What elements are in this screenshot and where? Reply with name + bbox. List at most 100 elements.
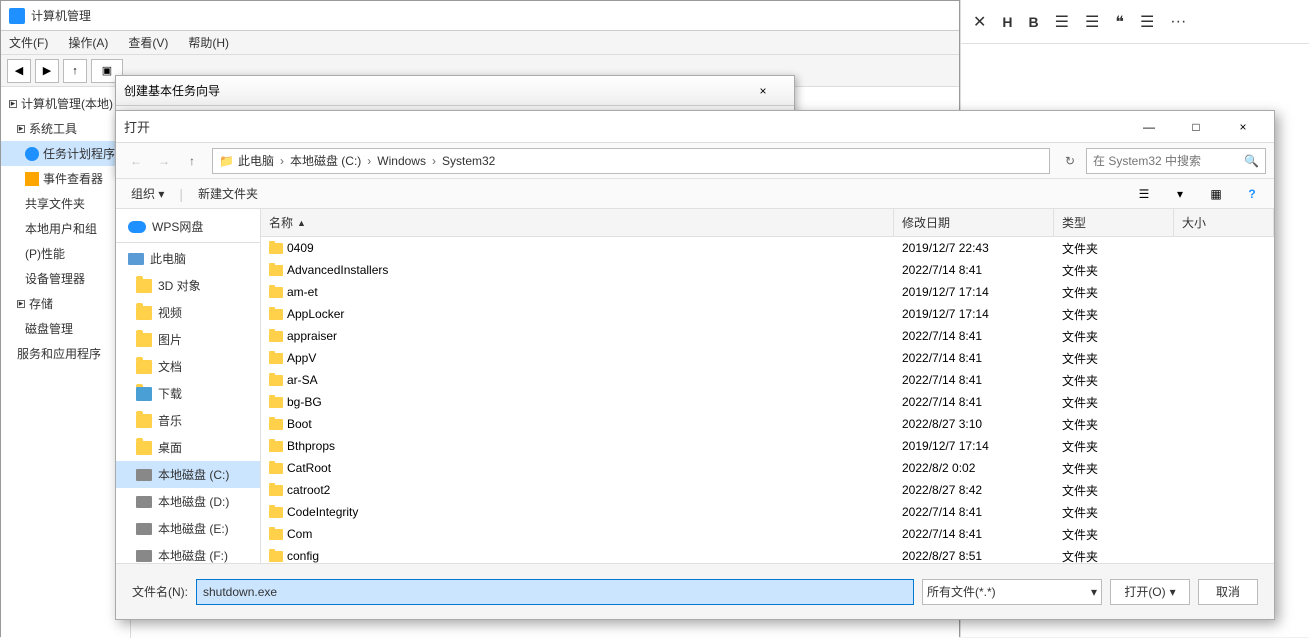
nav-item-label: 文档	[158, 358, 182, 375]
folder-icon	[269, 287, 283, 298]
bg-sidebar: ▸ 计算机管理(本地) ▸ 系统工具 任务计划程序 事件查看器 共享文件夹 本地…	[1, 87, 131, 638]
nav-item-3d[interactable]: 3D 对象	[116, 272, 260, 299]
file-row[interactable]: CodeIntegrity 2022/7/14 8:41 文件夹	[261, 501, 1274, 523]
file-row[interactable]: config 2022/8/27 8:51 文件夹	[261, 545, 1274, 563]
filetype-select[interactable]: 所有文件(*.*) ▾	[922, 579, 1102, 605]
file-row[interactable]: 0409 2019/12/7 22:43 文件夹	[261, 237, 1274, 259]
editor-list2-btn[interactable]: ☰	[1085, 12, 1099, 32]
toolbar-btn-2[interactable]: ▶	[35, 59, 59, 83]
toolbar-btn-3[interactable]: ↑	[63, 59, 87, 83]
sidebar-services[interactable]: 服务和应用程序	[1, 341, 130, 366]
sidebar-device-manager[interactable]: 设备管理器	[1, 266, 130, 291]
file-row[interactable]: Boot 2022/8/27 3:10 文件夹	[261, 413, 1274, 435]
folder-icon	[269, 243, 283, 254]
sidebar-computer-management[interactable]: ▸ 计算机管理(本地)	[1, 91, 130, 116]
col-header-type[interactable]: 类型	[1054, 209, 1174, 236]
nav-item-desktop[interactable]: 桌面	[116, 434, 260, 461]
editor-more-btn[interactable]: ···	[1170, 13, 1186, 31]
nav-item-music[interactable]: 音乐	[116, 407, 260, 434]
nav-item-pictures[interactable]: 图片	[116, 326, 260, 353]
nav-refresh-btn[interactable]: ↻	[1058, 149, 1082, 173]
path-part-windows[interactable]: Windows	[377, 154, 426, 168]
open-button[interactable]: 打开(O) ▾	[1110, 579, 1190, 605]
col-header-size[interactable]: 大小	[1174, 209, 1274, 236]
folder-icon	[136, 441, 152, 455]
organize-btn[interactable]: 组织 ▾	[124, 182, 171, 205]
nav-item-drive-d[interactable]: 本地磁盘 (D:)	[116, 488, 260, 515]
sidebar-event-viewer[interactable]: 事件查看器	[1, 166, 130, 191]
nav-up-btn[interactable]: ↑	[180, 149, 204, 173]
editor-close-icon[interactable]: ✕	[973, 12, 986, 32]
file-row[interactable]: appraiser 2022/7/14 8:41 文件夹	[261, 325, 1274, 347]
file-row[interactable]: CatRoot 2022/8/2 0:02 文件夹	[261, 457, 1274, 479]
editor-list-btn[interactable]: ☰	[1055, 12, 1069, 32]
toolbar-btn-1[interactable]: ◀	[7, 59, 31, 83]
file-list-scroll[interactable]: 0409 2019/12/7 22:43 文件夹 AdvancedInstall…	[261, 237, 1274, 563]
sidebar-performance[interactable]: (P)性能	[1, 241, 130, 266]
nav-item-drive-f[interactable]: 本地磁盘 (F:)	[116, 542, 260, 563]
view-large-icon-btn[interactable]: ▦	[1202, 182, 1230, 206]
path-part-system32[interactable]: System32	[442, 154, 495, 168]
organize-label: 组织 ▾	[131, 185, 164, 202]
col-header-date[interactable]: 修改日期	[894, 209, 1054, 236]
editor-quote-btn[interactable]: ❝	[1115, 12, 1124, 32]
menu-view[interactable]: 查看(V)	[124, 32, 172, 53]
sidebar-shared-folders[interactable]: 共享文件夹	[1, 191, 130, 216]
nav-item-label: 音乐	[158, 412, 182, 429]
editor-h-btn[interactable]: H	[1002, 14, 1012, 30]
file-row[interactable]: ar-SA 2022/7/14 8:41 文件夹	[261, 369, 1274, 391]
open-dialog-bottom: 文件名(N): 所有文件(*.*) ▾ 打开(O) ▾ 取消	[116, 563, 1274, 619]
bg-app-title: 计算机管理	[31, 7, 91, 24]
folder-icon	[269, 265, 283, 276]
new-folder-btn[interactable]: 新建文件夹	[191, 182, 265, 205]
filetype-dropdown-icon: ▾	[1091, 585, 1097, 599]
file-row[interactable]: AdvancedInstallers 2022/7/14 8:41 文件夹	[261, 259, 1274, 281]
file-row[interactable]: Bthprops 2019/12/7 17:14 文件夹	[261, 435, 1274, 457]
sidebar-system-tools[interactable]: ▸ 系统工具	[1, 116, 130, 141]
editor-b-btn[interactable]: B	[1029, 14, 1039, 30]
nav-search[interactable]: 🔍	[1086, 148, 1266, 174]
dialog-close-btn[interactable]: ×	[1220, 112, 1266, 142]
nav-item-drive-e[interactable]: 本地磁盘 (E:)	[116, 515, 260, 542]
file-row[interactable]: AppV 2022/7/14 8:41 文件夹	[261, 347, 1274, 369]
nav-item-computer[interactable]: 此电脑	[116, 245, 260, 272]
file-row[interactable]: am-et 2019/12/7 17:14 文件夹	[261, 281, 1274, 303]
cancel-button[interactable]: 取消	[1198, 579, 1258, 605]
folder-icon	[136, 306, 152, 320]
view-dropdown-btn[interactable]: ▾	[1166, 182, 1194, 206]
file-row[interactable]: Com 2022/7/14 8:41 文件夹	[261, 523, 1274, 545]
path-part-computer[interactable]: 此电脑	[238, 152, 274, 169]
dialog-min-btn[interactable]: —	[1126, 112, 1172, 142]
expand-icon: ▸	[17, 300, 25, 308]
file-row[interactable]: bg-BG 2022/7/14 8:41 文件夹	[261, 391, 1274, 413]
folder-icon	[136, 414, 152, 428]
filename-input[interactable]	[196, 579, 914, 605]
nav-path[interactable]: 📁 此电脑 › 本地磁盘 (C:) › Windows › System32	[212, 148, 1050, 174]
nav-item-documents[interactable]: 文档	[116, 353, 260, 380]
sidebar-local-users[interactable]: 本地用户和组	[1, 216, 130, 241]
dialog-max-btn[interactable]: □	[1173, 112, 1219, 142]
help-btn[interactable]: ?	[1238, 182, 1266, 206]
nav-back-btn[interactable]: ←	[124, 149, 148, 173]
nav-item-video[interactable]: 视频	[116, 299, 260, 326]
menu-file[interactable]: 文件(F)	[5, 32, 52, 53]
file-row[interactable]: catroot2 2022/8/27 8:42 文件夹	[261, 479, 1274, 501]
search-input[interactable]	[1093, 154, 1240, 168]
col-header-name[interactable]: 名称 ▲	[261, 209, 894, 236]
sidebar-disk-management[interactable]: 磁盘管理	[1, 316, 130, 341]
nav-item-label: 3D 对象	[158, 277, 201, 294]
editor-align-btn[interactable]: ☰	[1140, 12, 1154, 32]
path-part-c[interactable]: 本地磁盘 (C:)	[290, 152, 361, 169]
nav-item-wps[interactable]: WPS网盘	[116, 213, 260, 240]
nav-item-downloads[interactable]: 下载	[116, 380, 260, 407]
sidebar-task-scheduler[interactable]: 任务计划程序	[1, 141, 130, 166]
menu-help[interactable]: 帮助(H)	[184, 32, 233, 53]
nav-forward-btn[interactable]: →	[152, 149, 176, 173]
folder-icon	[269, 419, 283, 430]
file-row[interactable]: AppLocker 2019/12/7 17:14 文件夹	[261, 303, 1274, 325]
view-details-btn[interactable]: ☰	[1130, 182, 1158, 206]
nav-item-drive-c[interactable]: 本地磁盘 (C:)	[116, 461, 260, 488]
sidebar-storage[interactable]: ▸ 存储	[1, 291, 130, 316]
wizard-close-btn[interactable]: ×	[740, 76, 786, 106]
menu-action[interactable]: 操作(A)	[64, 32, 112, 53]
